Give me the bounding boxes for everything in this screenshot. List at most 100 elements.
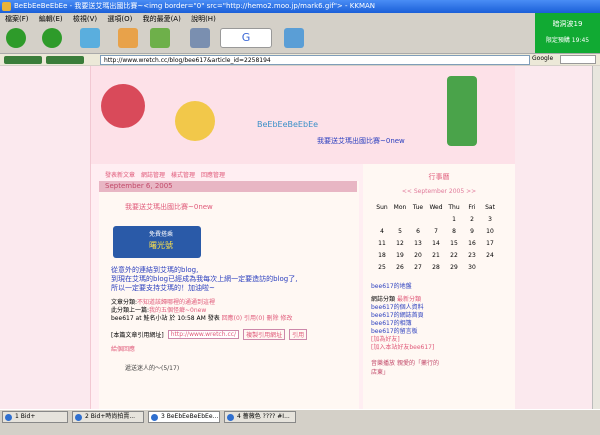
delete-link[interactable]: 刪除 [266,315,278,322]
cal-date[interactable]: 28 [427,261,445,273]
search-engine-label[interactable]: Google [532,55,553,62]
cal-date[interactable] [427,213,445,225]
cal-date[interactable]: 10 [481,225,499,237]
menu-help[interactable]: 說明(H) [191,15,216,23]
category-link[interactable]: 不知道該歸哪裡的通通到這裡 [137,299,215,306]
tab-new-post[interactable]: 發表新文章 [105,170,135,179]
prev-label: 此分類上一篇: [111,307,150,314]
share-icon[interactable] [284,28,304,48]
trackback-url[interactable]: http://www.wretch.cc/ [167,330,240,339]
cal-date[interactable]: 3 [481,213,499,225]
back-icon[interactable] [6,28,26,48]
cal-date[interactable]: 19 [391,249,409,261]
tab-blog-manage[interactable]: 網誌管理 [141,170,165,179]
task-bid-fashion[interactable]: 2 Bid+時尚拍賣... [72,411,144,423]
cal-date[interactable]: 27 [409,261,427,273]
menu-file[interactable]: 檔案(F) [5,15,29,23]
menu-options[interactable]: 選項(O) [107,15,132,23]
cal-day: Thu [448,203,460,211]
cal-date[interactable]: 2 [463,213,481,225]
tab-style-manage[interactable]: 樣式管理 [171,170,195,179]
cal-date[interactable]: 9 [463,225,481,237]
sidebar-join-friend-link[interactable]: [加入本站好友bee617] [371,344,515,352]
cal-date[interactable]: 12 [391,237,409,249]
task-icon [151,414,158,421]
cal-date[interactable]: 15 [445,237,463,249]
cal-date[interactable]: 26 [391,261,409,273]
cal-date[interactable]: 29 [445,261,463,273]
blog-subtitle[interactable]: 我要送艾瑪出國比賽~0new [317,136,405,146]
cal-date[interactable]: 30 [463,261,481,273]
vertical-scrollbar[interactable] [592,66,600,409]
calendar-week: 25 26 27 28 29 30 [373,261,499,273]
cal-date[interactable]: 22 [445,249,463,261]
edit-link[interactable]: 修改 [280,315,292,322]
post-body-line2: 到現在艾瑪的blog已經成為我每次上網一定要造訪的blog了, [111,275,298,283]
music-label: 音樂播放 [371,360,396,367]
sidebar-profile-link[interactable]: bee617的個人資料 [371,304,515,312]
cal-date[interactable]: 21 [427,249,445,261]
cal-date[interactable] [409,213,427,225]
forward-icon[interactable] [42,28,62,48]
cal-date[interactable]: 14 [427,237,445,249]
sidebar-album-link[interactable]: bee617的相簿 [371,320,515,328]
cal-date[interactable]: 18 [373,249,391,261]
cal-date[interactable]: 5 [391,225,409,237]
tools-icon[interactable] [190,28,210,48]
task-label: 2 Bid+時尚拍賣... [85,413,136,420]
calendar-nav[interactable]: << September 2005 >> [363,188,515,195]
window-titlebar: BeEbEeBeEbEe - 我要送艾瑪出國比賽~<img border="0"… [0,0,600,13]
task-bid[interactable]: 1 Bid+ [2,411,68,423]
task-rose[interactable]: 4 薔薇色 ???? #I... [224,411,296,423]
boy-hat-illustration [447,76,477,146]
sidebar-guestbook-link[interactable]: bee617的留言板 [371,328,515,336]
go-forward-button[interactable] [46,56,84,64]
cal-date[interactable]: 7 [427,225,445,237]
cal-date[interactable] [391,213,409,225]
small-reply-link[interactable]: 給個回應 [111,344,359,353]
favorites-icon[interactable] [150,28,170,48]
prev-link[interactable]: 我的五個怪癖~0new [149,307,206,314]
trackback-link[interactable]: 引用(0) [244,315,265,322]
blog-page: BeEbEeBeEbEe 我要送艾瑪出國比賽~0new 發表新文章 網誌管理 樣… [90,66,515,409]
cal-date[interactable]: 8 [445,225,463,237]
post-title[interactable]: 我要送艾瑪出國比賽~0new [125,202,359,212]
tab-reply-manage[interactable]: 回應管理 [201,170,225,179]
sidebar-category-link[interactable]: 最新分類 [397,296,421,303]
search-input[interactable] [560,55,596,64]
reply-link[interactable]: 回應(0) [222,315,243,322]
menu-edit[interactable]: 編輯(E) [39,15,63,23]
cal-date[interactable]: 16 [463,237,481,249]
cal-date[interactable]: 4 [373,225,391,237]
refresh-icon[interactable] [80,28,100,48]
cal-date[interactable]: 6 [409,225,427,237]
sidebar-add-friend-link[interactable]: [加為好友] [371,336,515,344]
google-icon[interactable]: G [220,28,272,48]
cal-date[interactable]: 20 [409,249,427,261]
next-item[interactable]: 遞送迷人的～(5/17) [125,363,359,372]
sidebar-home-link[interactable]: bee617的網誌首頁 [371,312,515,320]
cal-day: Sun [376,203,388,211]
cal-date[interactable]: 11 [373,237,391,249]
cal-date[interactable] [373,213,391,225]
home-icon[interactable] [118,28,138,48]
cal-date[interactable]: 1 [445,213,463,225]
cal-date[interactable]: 23 [463,249,481,261]
address-input[interactable]: http://www.wretch.cc/blog/bee617&article… [100,55,530,65]
train-banner[interactable]: 免費搭乘 曙光號 [113,226,201,258]
cal-date[interactable]: 25 [373,261,391,273]
task-blog[interactable]: 3 BeEbEeBeEbEe... [148,411,220,423]
menu-view[interactable]: 檢視(V) [73,15,97,23]
toolbar: G [0,25,530,53]
calendar-week: 123 [373,213,499,225]
cal-date[interactable]: 13 [409,237,427,249]
menu-favorites[interactable]: 我的最愛(A) [143,15,181,23]
go-back-button[interactable] [4,56,42,64]
copy-trackback-button[interactable]: 複製引用網址 [243,329,286,340]
trackback-button[interactable]: 引用 [289,329,308,340]
cal-date[interactable]: 17 [481,237,499,249]
cal-date[interactable] [481,261,499,273]
task-label: 1 Bid+ [15,413,36,420]
ad-banner[interactable]: 暗洞波19 限定預購 19:45 [535,13,600,53]
cal-date[interactable]: 24 [481,249,499,261]
